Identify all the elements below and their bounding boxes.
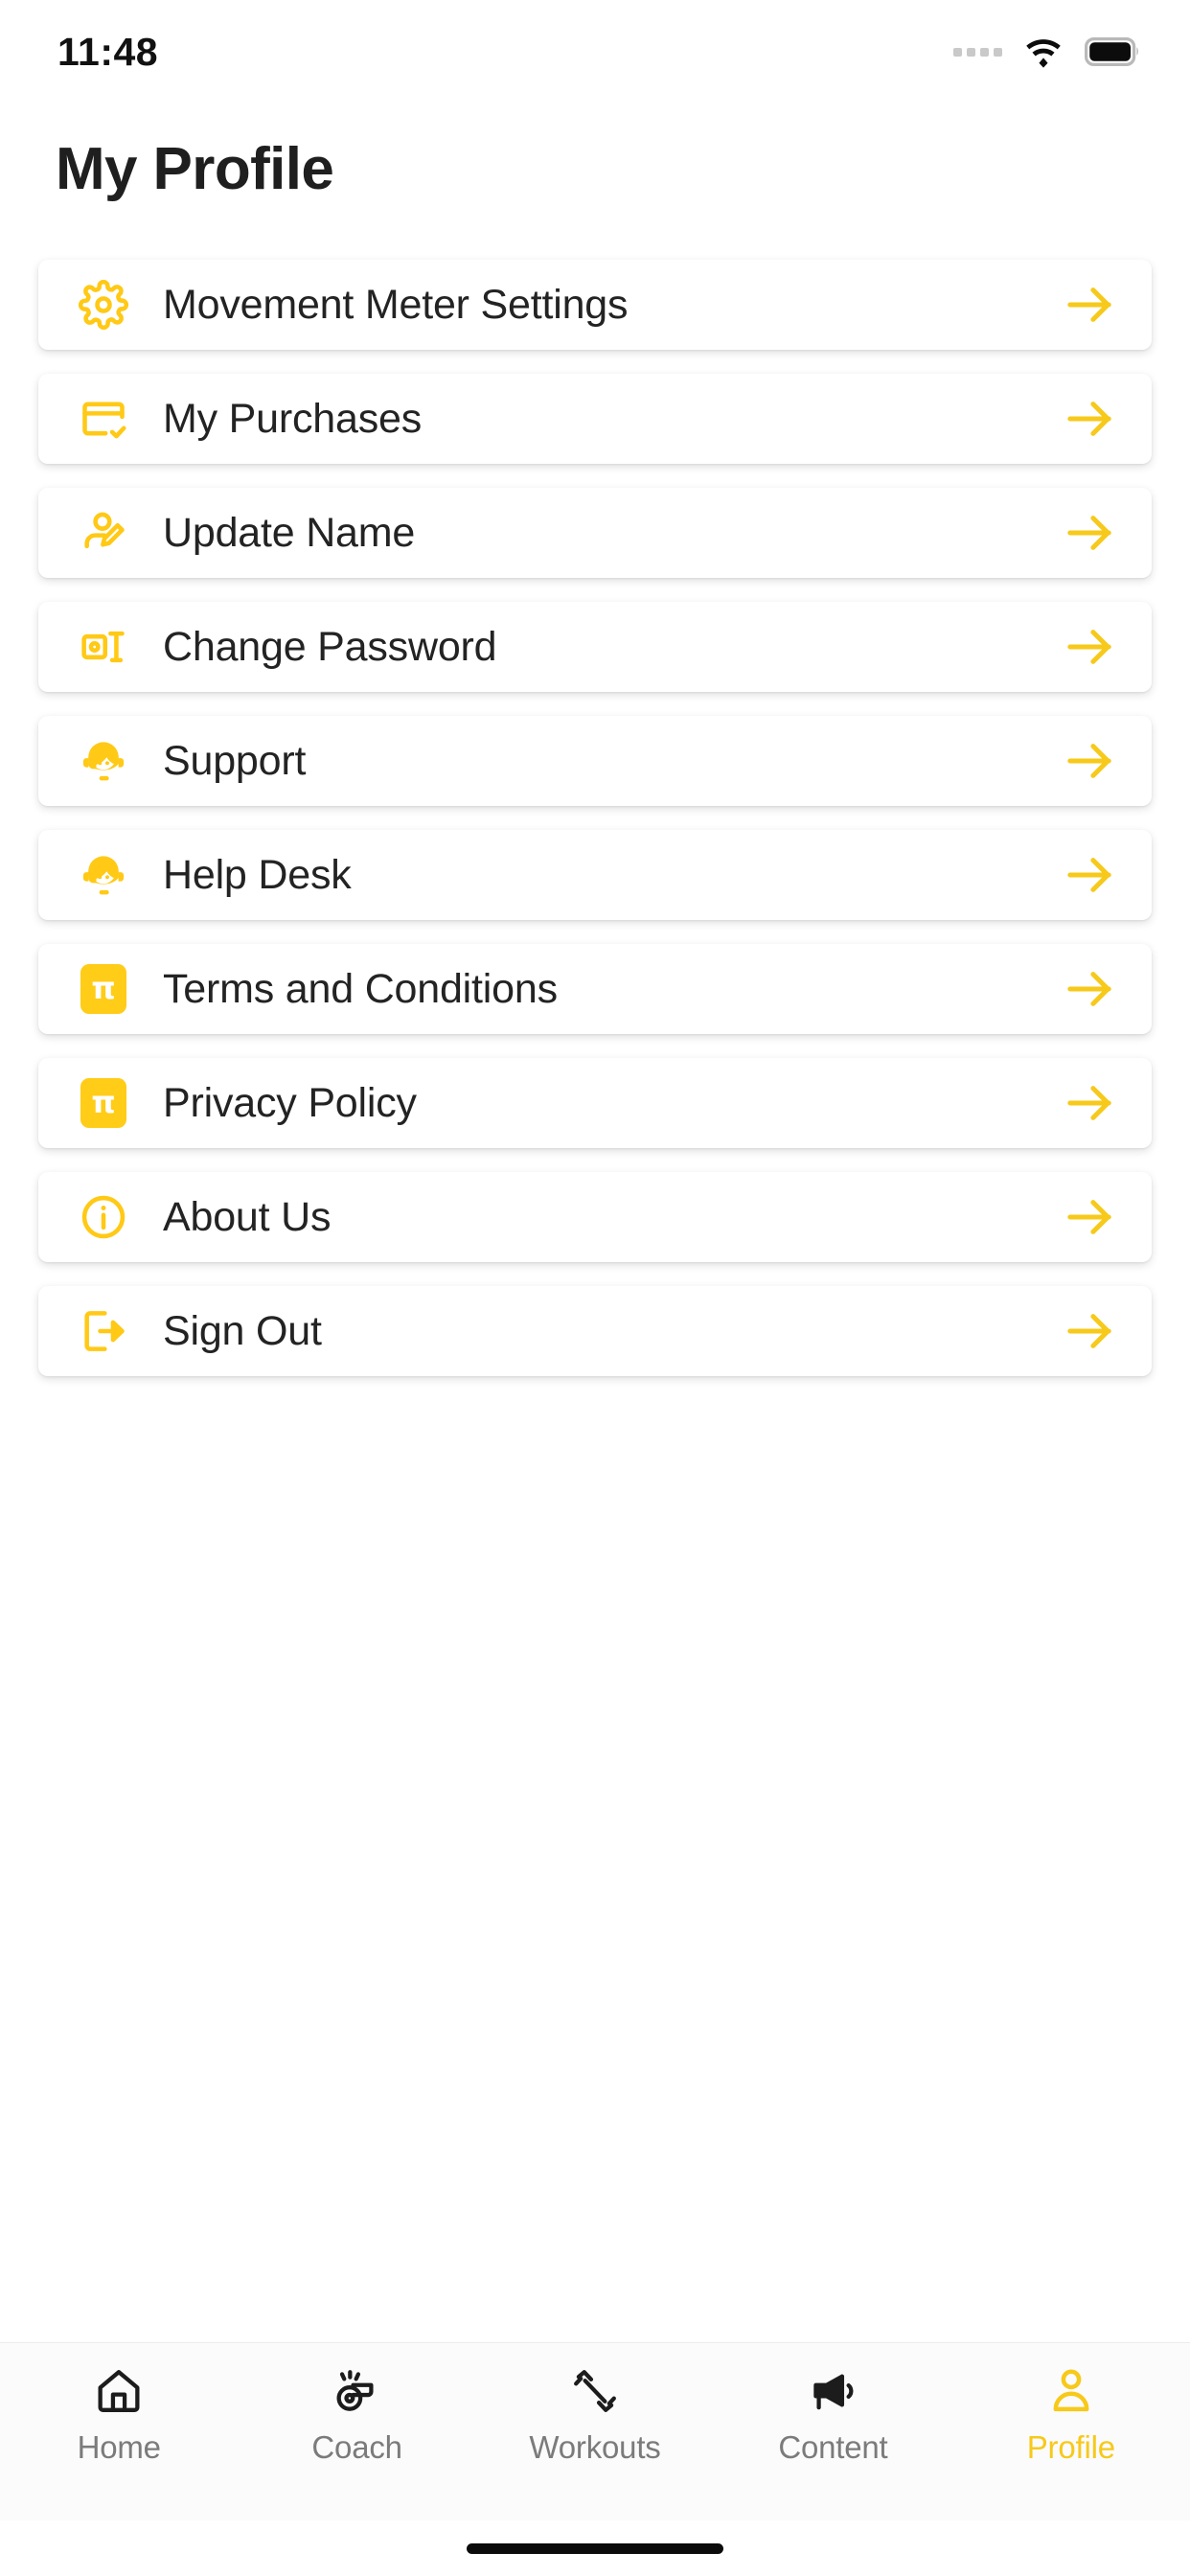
support-agent-icon xyxy=(73,730,134,792)
menu-item-terms-and-conditions[interactable]: π Terms and Conditions xyxy=(38,944,1152,1035)
menu-item-movement-meter-settings[interactable]: Movement Meter Settings xyxy=(38,260,1152,351)
profile-menu-list: Movement Meter Settings My Purchases Upd… xyxy=(0,260,1190,2342)
nav-tab-label: Profile xyxy=(1026,2429,1115,2465)
app-screen: 11:48 My Profile Movement Meter Settings… xyxy=(0,0,1190,2576)
dumbbell-icon xyxy=(569,2364,621,2418)
menu-item-label: Update Name xyxy=(163,509,416,556)
menu-item-change-password[interactable]: Change Password xyxy=(38,602,1152,693)
house-icon xyxy=(93,2364,145,2418)
status-bar: 11:48 xyxy=(0,0,1190,104)
nav-tab-content[interactable]: Content xyxy=(714,2364,951,2466)
menu-item-about-us[interactable]: About Us xyxy=(38,1172,1152,1263)
nav-tab-profile[interactable]: Profile xyxy=(952,2364,1190,2466)
menu-item-label: Movement Meter Settings xyxy=(163,281,629,328)
pi-badge-icon: π xyxy=(73,1072,134,1134)
sign-out-icon xyxy=(73,1300,134,1362)
nav-tab-coach[interactable]: Coach xyxy=(238,2364,475,2466)
menu-item-update-name[interactable]: Update Name xyxy=(38,488,1152,579)
menu-item-support[interactable]: Support xyxy=(38,716,1152,807)
menu-item-help-desk[interactable]: Help Desk xyxy=(38,830,1152,921)
signal-dots-icon xyxy=(953,47,1002,57)
pi-glyph: π xyxy=(80,1078,126,1129)
arrow-right-icon[interactable] xyxy=(1062,626,1119,668)
support-agent-icon xyxy=(73,844,134,906)
arrow-right-icon[interactable] xyxy=(1062,1310,1119,1352)
wifi-icon xyxy=(1026,39,1061,68)
nav-tab-label: Coach xyxy=(311,2429,402,2465)
arrow-right-icon[interactable] xyxy=(1062,740,1119,782)
nav-tab-label: Home xyxy=(77,2429,161,2465)
arrow-right-icon[interactable] xyxy=(1062,1082,1119,1124)
menu-item-sign-out[interactable]: Sign Out xyxy=(38,1286,1152,1377)
menu-item-label: About Us xyxy=(163,1193,332,1240)
megaphone-icon xyxy=(807,2364,858,2418)
menu-item-privacy-policy[interactable]: π Privacy Policy xyxy=(38,1058,1152,1149)
arrow-right-icon[interactable] xyxy=(1062,854,1119,896)
menu-item-label: Help Desk xyxy=(163,851,352,898)
menu-item-label: Terms and Conditions xyxy=(163,965,558,1012)
person-icon xyxy=(1045,2364,1097,2418)
pi-badge-icon: π xyxy=(73,958,134,1020)
menu-item-label: Change Password xyxy=(163,623,497,670)
menu-item-label: Support xyxy=(163,737,307,784)
nav-tab-label: Content xyxy=(778,2429,888,2465)
arrow-right-icon[interactable] xyxy=(1062,512,1119,554)
whistle-icon xyxy=(332,2364,383,2418)
bottom-navigation-bar: Home Coach Workouts Content Profile xyxy=(0,2342,1190,2520)
gear-icon xyxy=(73,274,134,335)
user-edit-icon xyxy=(73,502,134,564)
card-check-icon xyxy=(73,388,134,449)
home-indicator[interactable] xyxy=(467,2542,723,2554)
menu-item-label: Privacy Policy xyxy=(163,1079,417,1126)
arrow-right-icon[interactable] xyxy=(1062,1196,1119,1238)
pi-glyph: π xyxy=(80,964,126,1015)
arrow-right-icon[interactable] xyxy=(1062,398,1119,440)
menu-item-my-purchases[interactable]: My Purchases xyxy=(38,374,1152,465)
menu-item-label: Sign Out xyxy=(163,1307,322,1354)
status-indicators xyxy=(953,35,1140,68)
arrow-right-icon[interactable] xyxy=(1062,968,1119,1010)
home-indicator-area xyxy=(0,2520,1190,2576)
nav-tab-home[interactable]: Home xyxy=(0,2364,238,2466)
battery-full-icon xyxy=(1085,37,1138,66)
nav-tab-workouts[interactable]: Workouts xyxy=(476,2364,714,2466)
page-title: My Profile xyxy=(56,136,334,202)
nav-tab-label: Workouts xyxy=(529,2429,661,2465)
status-time: 11:48 xyxy=(57,29,159,74)
menu-item-label: My Purchases xyxy=(163,395,423,442)
password-key-icon xyxy=(73,616,134,678)
info-circle-icon xyxy=(73,1186,134,1248)
arrow-right-icon[interactable] xyxy=(1062,284,1119,326)
